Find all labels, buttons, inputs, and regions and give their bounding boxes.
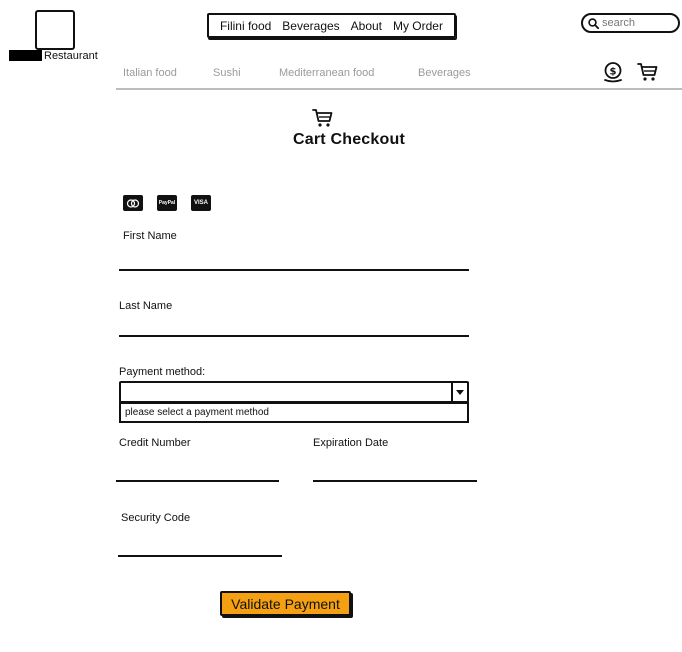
last-name-label: Last Name: [119, 300, 173, 312]
payment-method-select[interactable]: [119, 381, 469, 403]
credit-number-label: Credit Number: [119, 437, 191, 449]
category-mediterranean-food[interactable]: Mediterranean food: [279, 67, 374, 79]
credit-number-field[interactable]: [116, 462, 278, 480]
mastercard-icon[interactable]: [123, 195, 143, 211]
first-name-underline: [119, 269, 469, 271]
paypal-label: PayPal: [158, 200, 176, 206]
nav-item-about[interactable]: About: [351, 19, 382, 33]
search-icon: [588, 17, 599, 29]
security-code-underline: [118, 555, 282, 557]
last-name-underline: [119, 335, 469, 337]
payment-method-option[interactable]: please select a payment method: [119, 402, 469, 423]
category-sushi[interactable]: Sushi: [213, 67, 241, 79]
chevron-down-icon: [456, 389, 464, 395]
expiration-date-field[interactable]: [313, 462, 476, 480]
security-code-label: Security Code: [121, 512, 191, 524]
nav-item-beverages[interactable]: Beverages: [282, 19, 339, 33]
category-divider: [116, 88, 682, 90]
credit-number-underline: [116, 480, 279, 482]
category-italian-food[interactable]: Italian food: [123, 67, 177, 79]
category-beverages[interactable]: Beverages: [418, 67, 471, 79]
page-title: Cart Checkout: [293, 131, 405, 148]
logo-bar: [9, 50, 42, 61]
last-name-field[interactable]: [119, 317, 468, 335]
nav-item-filini-food[interactable]: Filini food: [220, 19, 271, 33]
first-name-field[interactable]: [119, 251, 468, 269]
visa-label: VISA: [193, 200, 208, 206]
mastercard-circles-icon: [126, 198, 140, 208]
paypal-icon[interactable]: PayPal: [157, 195, 177, 211]
visa-icon[interactable]: VISA: [191, 195, 211, 211]
nav-item-my-order[interactable]: My Order: [393, 19, 443, 33]
logo-image-placeholder: [35, 10, 75, 50]
money-bag-icon[interactable]: $: [602, 61, 624, 83]
security-code-field[interactable]: [118, 537, 281, 555]
payment-method-label: Payment method:: [119, 366, 206, 378]
logo-text: Restaurant: [44, 50, 98, 62]
checkout-cart-icon: [312, 109, 333, 127]
validate-payment-button[interactable]: Validate Payment: [220, 591, 351, 616]
shopping-cart-icon[interactable]: [637, 62, 659, 82]
expiration-date-underline: [313, 480, 477, 482]
search-input[interactable]: [602, 17, 674, 29]
search-box: [581, 13, 680, 33]
svg-text:$: $: [610, 66, 617, 77]
expiration-date-label: Expiration Date: [313, 437, 389, 449]
dropdown-toggle[interactable]: [451, 383, 467, 401]
top-nav: Filini food Beverages About My Order: [207, 13, 456, 38]
first-name-label: First Name: [123, 230, 177, 242]
